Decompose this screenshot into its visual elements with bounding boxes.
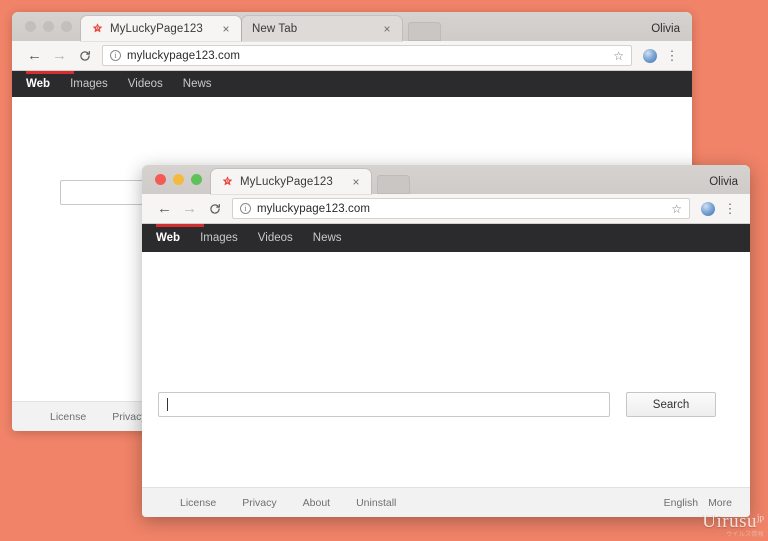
back-arrow-icon[interactable]: ← xyxy=(152,197,177,221)
address-bar-back[interactable]: i myluckypage123.com ☆ xyxy=(102,45,632,66)
footer-link-uninstall[interactable]: Uninstall xyxy=(356,497,396,509)
sitenav-item-web[interactable]: Web xyxy=(156,232,180,244)
watermark-suffix: jp xyxy=(756,512,764,523)
tab-close-icon[interactable]: × xyxy=(349,176,363,188)
page-footer-front: License Privacy About Uninstall English … xyxy=(142,487,750,517)
watermark-subtitle: ウイルス情報 xyxy=(726,532,764,538)
profile-avatar-icon-front[interactable] xyxy=(697,198,719,220)
reload-icon[interactable] xyxy=(202,197,227,221)
red-star-favicon xyxy=(221,175,234,188)
sitenav-item-images[interactable]: Images xyxy=(200,232,238,244)
text-cursor xyxy=(167,398,168,411)
tab-close-icon[interactable]: × xyxy=(219,23,233,35)
red-star-favicon xyxy=(91,22,104,35)
sitenav-item-videos[interactable]: Videos xyxy=(258,232,293,244)
tab-strip-front: MyLuckyPage123 × Olivia xyxy=(142,165,750,194)
address-bar-url: myluckypage123.com xyxy=(127,49,241,62)
bookmark-star-icon[interactable]: ☆ xyxy=(671,202,682,216)
profile-name-front[interactable]: Olivia xyxy=(709,176,750,194)
footer-link-about[interactable]: About xyxy=(303,497,330,509)
sitenav-item-web[interactable]: Web xyxy=(26,78,50,90)
new-tab-button[interactable] xyxy=(377,175,410,194)
close-window-button[interactable] xyxy=(25,21,36,32)
browser-window-front[interactable]: MyLuckyPage123 × Olivia ← → i myluckypag… xyxy=(142,165,750,517)
back-arrow-icon[interactable]: ← xyxy=(22,44,47,68)
profile-avatar-icon-back[interactable] xyxy=(639,45,661,67)
forward-arrow-icon[interactable]: → xyxy=(177,197,202,221)
footer-link-license[interactable]: License xyxy=(50,411,86,423)
sitenav-item-news[interactable]: News xyxy=(183,78,212,90)
tab-myluckypage123[interactable]: MyLuckyPage123 × xyxy=(81,16,241,41)
minimize-window-button[interactable] xyxy=(43,21,54,32)
window-controls-front[interactable] xyxy=(150,165,211,194)
search-row-front: Search xyxy=(158,392,716,417)
tab-title: MyLuckyPage123 xyxy=(240,175,333,188)
tab-close-icon[interactable]: × xyxy=(380,23,394,35)
maximize-window-button[interactable] xyxy=(191,174,202,185)
browser-toolbar-back: ← → i myluckypage123.com ☆ ⋮ xyxy=(12,41,692,71)
maximize-window-button[interactable] xyxy=(61,21,72,32)
site-info-icon[interactable]: i xyxy=(110,50,121,61)
footer-link-more[interactable]: More xyxy=(708,497,732,509)
watermark-text: Uirusu xyxy=(702,511,757,532)
forward-arrow-icon[interactable]: → xyxy=(47,44,72,68)
watermark: Uirusujp ウイルス情報 xyxy=(702,512,764,538)
profile-name-back[interactable]: Olivia xyxy=(651,23,692,41)
site-nav-front: Web Images Videos News xyxy=(142,224,750,252)
search-input-front[interactable] xyxy=(158,392,610,417)
tab-title: MyLuckyPage123 xyxy=(110,22,203,35)
tab-strip-back: MyLuckyPage123 × New Tab × Olivia xyxy=(12,12,692,41)
footer-link-english[interactable]: English xyxy=(664,497,698,509)
reload-icon[interactable] xyxy=(72,44,97,68)
sitenav-item-news[interactable]: News xyxy=(313,232,342,244)
bookmark-star-icon[interactable]: ☆ xyxy=(613,49,624,63)
window-controls-back[interactable] xyxy=(20,12,81,41)
minimize-window-button[interactable] xyxy=(173,174,184,185)
site-info-icon[interactable]: i xyxy=(240,203,251,214)
address-bar-front[interactable]: i myluckypage123.com ☆ xyxy=(232,198,690,219)
close-window-button[interactable] xyxy=(155,174,166,185)
search-button[interactable]: Search xyxy=(626,392,716,417)
footer-link-privacy[interactable]: Privacy xyxy=(242,497,276,509)
address-bar-url: myluckypage123.com xyxy=(257,202,371,215)
browser-menu-icon-back[interactable]: ⋮ xyxy=(661,45,683,67)
browser-toolbar-front: ← → i myluckypage123.com ☆ ⋮ xyxy=(142,194,750,224)
tab-new-tab[interactable]: New Tab × xyxy=(242,16,402,41)
site-nav-back: Web Images Videos News xyxy=(12,71,692,97)
sitenav-item-videos[interactable]: Videos xyxy=(128,78,163,90)
tab-title: New Tab xyxy=(252,22,298,35)
new-tab-button[interactable] xyxy=(408,22,441,41)
sitenav-item-images[interactable]: Images xyxy=(70,78,108,90)
tab-myluckypage123[interactable]: MyLuckyPage123 × xyxy=(211,169,371,194)
footer-link-license[interactable]: License xyxy=(180,497,216,509)
browser-menu-icon-front[interactable]: ⋮ xyxy=(719,198,741,220)
page-body-front: Search xyxy=(142,252,750,487)
